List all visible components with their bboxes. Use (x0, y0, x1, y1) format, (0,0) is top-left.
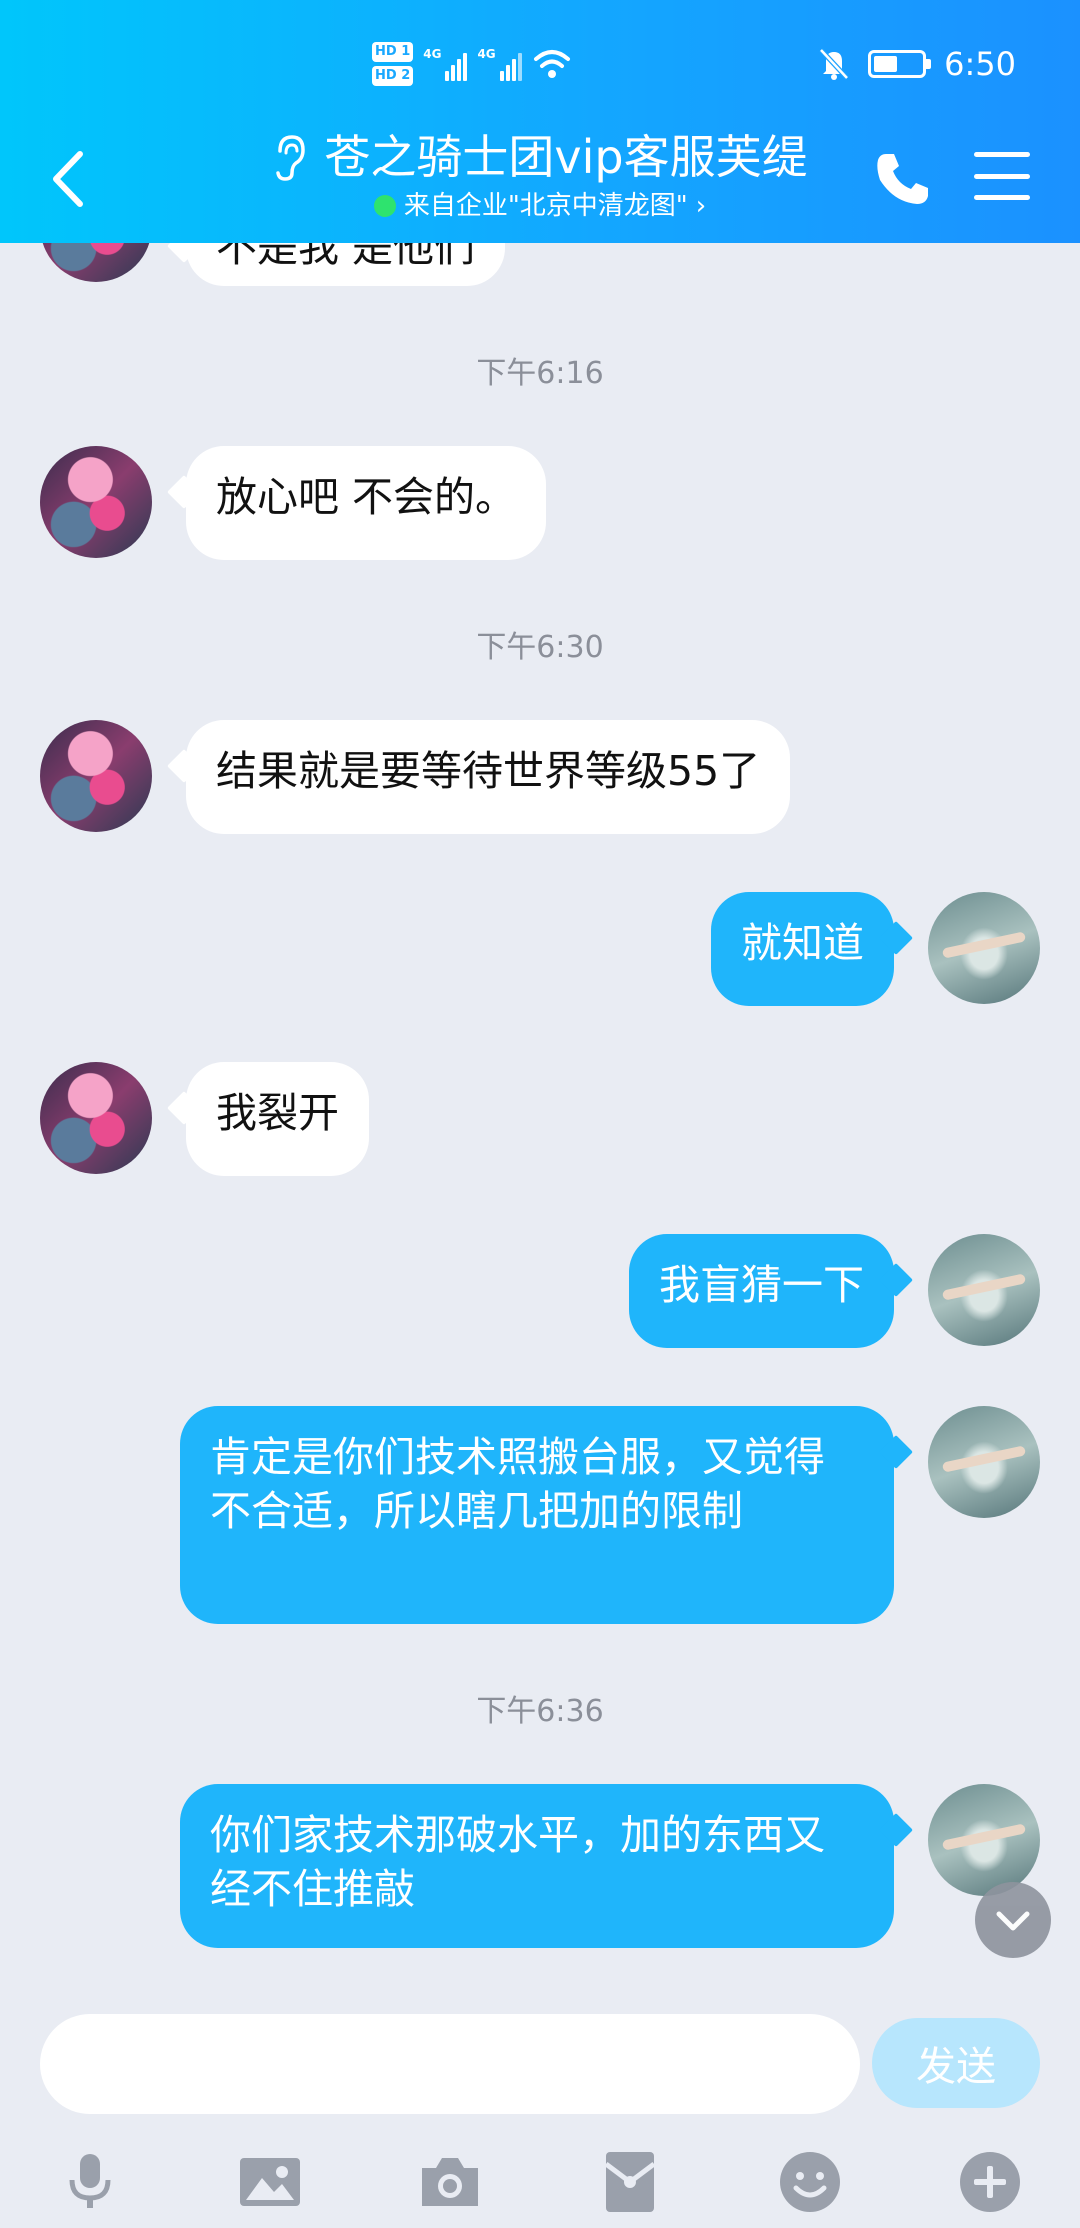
online-status-dot (373, 195, 396, 217)
message-text: 放心吧 不会的。 (216, 473, 517, 521)
chat-header: HD 1 HD 2 4G 4G 6:50 苍之骑士团vip客服芙缇 来自企业"北… (0, 0, 1080, 243)
composer-toolbar (0, 2138, 1080, 2228)
hd1-badge: HD 1 (372, 42, 414, 62)
microphone-icon[interactable] (58, 2150, 122, 2214)
signal-icon: 4G (477, 47, 522, 81)
message-text: 我盲猜一下 (659, 1261, 864, 1309)
chat-title[interactable]: 苍之骑士团vip客服芙缇 (272, 126, 808, 188)
wifi-icon (533, 50, 570, 78)
timestamp: 下午6:30 (476, 630, 604, 665)
user-avatar[interactable] (928, 1234, 1040, 1346)
message-list[interactable]: 不是我 是他们 下午6:16 放心吧 不会的。 下午6:30 结果就是要等待世界… (0, 0, 1080, 1990)
message-bubble-outgoing[interactable]: 肯定是你们技术照搬台服，又觉得不合适，所以瞎几把加的限制 (180, 1406, 894, 1624)
clock: 6:50 (944, 45, 1016, 83)
signal-icon: 4G (423, 47, 468, 81)
mute-notification-icon (819, 48, 849, 80)
message-bubble-incoming[interactable]: 结果就是要等待世界等级55了 (186, 720, 791, 834)
message-input[interactable] (40, 2014, 860, 2114)
composer: 发送 (0, 1990, 1080, 2228)
user-avatar[interactable] (928, 1406, 1040, 1518)
company-link[interactable]: 来自企业"北京中清龙图" › (373, 188, 707, 224)
status-bar: HD 1 HD 2 4G 4G 6:50 (0, 0, 1080, 120)
emoji-icon[interactable] (778, 2150, 842, 2214)
camera-icon[interactable] (418, 2150, 482, 2214)
scroll-to-bottom-button[interactable] (975, 1882, 1051, 1958)
battery-icon (868, 50, 932, 78)
timestamp: 下午6:16 (476, 356, 604, 391)
nav-bar: 苍之骑士团vip客服芙缇 来自企业"北京中清龙图" › (0, 120, 1080, 243)
agent-avatar[interactable] (40, 446, 152, 558)
plus-icon[interactable] (958, 2150, 1022, 2214)
red-packet-icon[interactable] (598, 2150, 662, 2214)
phone-call-button[interactable] (868, 144, 938, 214)
message-bubble-outgoing[interactable]: 我盲猜一下 (629, 1234, 894, 1348)
message-text: 我裂开 (216, 1089, 339, 1137)
hd2-badge: HD 2 (372, 66, 414, 86)
message-text: 你们家技术那破水平，加的东西又经不住推敲 (210, 1811, 825, 1913)
contact-name: 苍之骑士团vip客服芙缇 (324, 130, 808, 184)
menu-button[interactable] (974, 148, 1030, 204)
timestamp: 下午6:36 (476, 1694, 604, 1729)
chevron-down-icon (996, 1911, 1030, 1931)
signal-indicators: HD 1 HD 2 4G 4G (372, 36, 572, 92)
message-text: 就知道 (741, 919, 864, 967)
user-avatar[interactable] (928, 1784, 1040, 1896)
message-bubble-outgoing[interactable]: 就知道 (711, 892, 894, 1006)
chevron-right-icon: › (695, 191, 707, 221)
agent-avatar[interactable] (40, 1062, 152, 1174)
company-label: 来自企业"北京中清龙图" (403, 191, 688, 221)
message-bubble-incoming[interactable]: 放心吧 不会的。 (186, 446, 547, 560)
send-button[interactable]: 发送 (872, 2018, 1040, 2108)
message-bubble-outgoing[interactable]: 你们家技术那破水平，加的东西又经不住推敲 (180, 1784, 894, 1948)
agent-avatar[interactable] (40, 720, 152, 832)
message-text: 结果就是要等待世界等级55了 (216, 747, 761, 795)
message-bubble-incoming[interactable]: 我裂开 (186, 1062, 369, 1176)
message-text: 肯定是你们技术照搬台服，又觉得不合适，所以瞎几把加的限制 (210, 1433, 825, 1535)
ear-icon[interactable] (272, 133, 306, 181)
user-avatar[interactable] (928, 892, 1040, 1004)
image-icon[interactable] (238, 2150, 302, 2214)
